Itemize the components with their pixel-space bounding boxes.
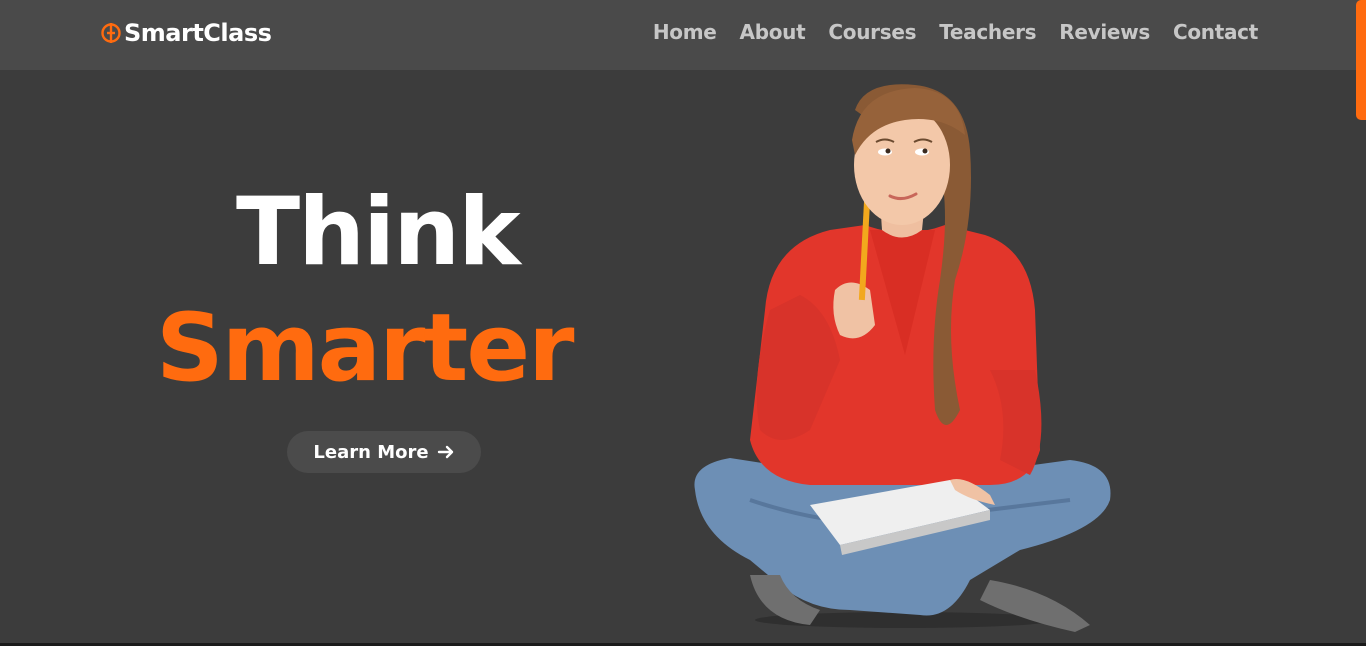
hero-title-line2: Smarter [156, 294, 574, 403]
brand-name: SmartClass [124, 19, 272, 47]
nav-teachers[interactable]: Teachers [939, 20, 1036, 44]
learn-more-button[interactable]: Learn More [287, 431, 481, 473]
student-photo [694, 84, 1111, 632]
nav-reviews[interactable]: Reviews [1059, 20, 1150, 44]
arrow-right-icon [437, 445, 453, 459]
nav-contact[interactable]: Contact [1173, 20, 1258, 44]
top-navbar: SmartClass Home About Courses Teachers R… [0, 0, 1366, 70]
learn-more-label: Learn More [313, 441, 429, 463]
nav-home[interactable]: Home [653, 20, 717, 44]
brand-logo[interactable]: SmartClass [100, 18, 272, 48]
hero-title-line1: Think [236, 178, 521, 287]
nav-courses[interactable]: Courses [828, 20, 916, 44]
logo-icon [101, 23, 121, 43]
main-nav: Home About Courses Teachers Reviews Cont… [653, 20, 1258, 44]
nav-about[interactable]: About [740, 20, 806, 44]
scrollbar-thumb[interactable] [1356, 0, 1366, 120]
